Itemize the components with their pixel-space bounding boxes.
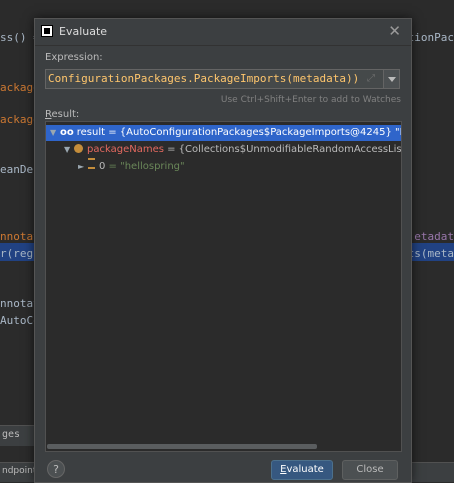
tree-row-packagenames[interactable]: ▼ packageNames = {Collections$Unmodifiabl… bbox=[46, 142, 402, 158]
horizontal-scrollbar[interactable] bbox=[47, 444, 317, 449]
bottom-tab-label: ges bbox=[2, 429, 21, 440]
chevron-down-icon[interactable]: ▼ bbox=[50, 125, 60, 141]
chevron-right-icon[interactable]: ► bbox=[78, 159, 88, 175]
tree-node-name: packageNames bbox=[87, 144, 164, 155]
code-line: etadat bbox=[414, 230, 454, 243]
dialog-titlebar[interactable]: Evaluate ✕ bbox=[35, 19, 411, 46]
chevron-down-icon[interactable]: ▼ bbox=[64, 142, 74, 158]
tree-node-value: = {Collections$UnmodifiableRandomAccessL… bbox=[163, 144, 402, 155]
code-line: tionPac bbox=[407, 31, 454, 44]
tree-node-value: = {AutoConfigurationPackages$PackageImpo… bbox=[105, 127, 402, 138]
tree-node-value: = "hellospring" bbox=[105, 161, 185, 172]
watch-result-icon: oo bbox=[60, 127, 74, 138]
tree-row-element-0[interactable]: ► 0 = "hellospring" bbox=[46, 158, 401, 175]
tree-node-name: result bbox=[76, 127, 106, 138]
result-tree[interactable]: ▼ oo result = {AutoConfigurationPackages$P… bbox=[45, 121, 402, 452]
evaluate-button[interactable]: Evaluate bbox=[271, 460, 333, 480]
expression-label: Expression: bbox=[45, 52, 103, 63]
close-icon[interactable]: ✕ bbox=[388, 23, 401, 39]
result-label: Result: bbox=[45, 109, 80, 120]
evaluate-dialog: Evaluate ✕ Expression: ConfigurationPack… bbox=[34, 18, 412, 483]
watch-hint: Use Ctrl+Shift+Enter to add to Watches bbox=[220, 95, 401, 105]
array-element-icon bbox=[88, 158, 95, 169]
help-button[interactable]: ? bbox=[47, 460, 65, 478]
close-button[interactable]: Close bbox=[342, 460, 398, 480]
field-icon bbox=[74, 144, 83, 153]
expression-input[interactable]: ConfigurationPackages.PackageImports(met… bbox=[45, 69, 384, 89]
tree-row-result[interactable]: ▼ oo result = {AutoConfigurationPackages$P… bbox=[46, 125, 402, 141]
expression-text: ConfigurationPackages.PackageImports(met… bbox=[48, 72, 360, 85]
dialog-title: Evaluate bbox=[59, 25, 108, 38]
history-dropdown-button[interactable] bbox=[383, 69, 400, 89]
intellij-app-icon bbox=[41, 25, 53, 37]
expand-editor-icon[interactable]: ⤢ bbox=[367, 73, 375, 84]
code-line: ts(meta bbox=[407, 247, 454, 260]
